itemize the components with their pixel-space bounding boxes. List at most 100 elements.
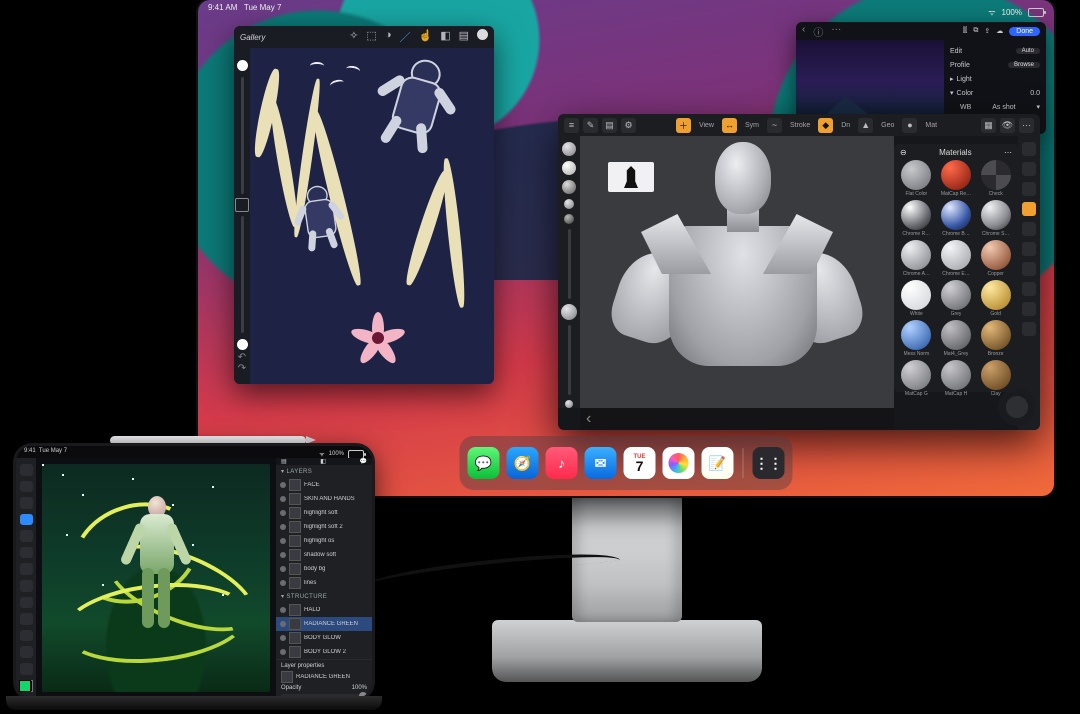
material-ball[interactable] [981, 320, 1011, 350]
layer-row[interactable]: highlight soft 2 [276, 520, 372, 534]
brush-size-knob[interactable] [237, 60, 248, 71]
visibility-toggle-icon[interactable] [280, 635, 286, 641]
layer-name[interactable]: shadow soft [304, 552, 368, 558]
chevron-down-icon[interactable]: ▾ [1036, 103, 1040, 111]
layers-tab-icon[interactable]: ▤ [281, 458, 287, 465]
sculpt-tool-icon[interactable] [1022, 162, 1036, 176]
type-tool-icon[interactable] [20, 597, 33, 609]
layer-name[interactable]: highlight soft 2 [304, 524, 368, 530]
eyedrop-tool-icon[interactable] [20, 630, 33, 642]
material-swatch[interactable]: Bronze [977, 320, 1014, 357]
edit-menu-icon[interactable]: ✎ [583, 118, 598, 133]
visibility-toggle-icon[interactable] [280, 566, 286, 572]
more-icon[interactable]: ⋯ [1004, 148, 1012, 157]
dock-app-mail[interactable]: ✉ [585, 447, 617, 479]
symmetry-button[interactable]: ↔ [722, 118, 737, 133]
material-ball[interactable] [981, 280, 1011, 310]
layer-row[interactable]: BODY GLOW [276, 631, 372, 645]
material-swatch[interactable]: Check [977, 160, 1014, 197]
modify-button[interactable] [235, 198, 249, 212]
layer-name[interactable]: FACE [304, 482, 368, 488]
opacity-slider[interactable] [241, 216, 244, 333]
visibility-toggle-icon[interactable] [280, 649, 286, 655]
dock-app-calendar[interactable]: TUE7 [624, 447, 656, 479]
brush-orb[interactable] [564, 199, 574, 209]
clone-tool-icon[interactable] [20, 563, 33, 575]
material-swatch[interactable]: Chrome A… [898, 240, 935, 277]
layer-row[interactable]: lines [276, 576, 372, 590]
layer-name[interactable]: highlight os [304, 538, 368, 544]
top-label[interactable]: Stroke [786, 122, 814, 129]
eye-icon[interactable]: 👁 [1000, 118, 1015, 133]
undo-icon[interactable]: ↶ [238, 352, 246, 363]
lasso-tool-icon[interactable] [20, 497, 33, 509]
layer-row[interactable]: HALO [276, 603, 372, 617]
material-ball[interactable] [901, 320, 931, 350]
done-button[interactable]: Done [1009, 27, 1040, 36]
procreate-window[interactable]: Gallery ✧ ⬚ ◑ ／ ☝ ◧ ▤ ↶ ↷ [234, 26, 494, 384]
cloud-icon[interactable]: ☁ [996, 27, 1003, 35]
sculpt-tool-icon[interactable] [1022, 302, 1036, 316]
material-swatch[interactable]: Grey [938, 280, 975, 317]
color-swatches[interactable] [19, 680, 33, 692]
layer-name[interactable]: body bg [304, 566, 368, 572]
sculpt-viewport[interactable] [580, 136, 894, 408]
layer-row[interactable]: RADIANCE GREEN [276, 617, 372, 631]
visibility-toggle-icon[interactable] [280, 607, 286, 613]
select-icon[interactable]: ⬚ [366, 29, 376, 45]
top-label[interactable]: Geo [877, 122, 898, 129]
layer-row[interactable]: body bg [276, 562, 372, 576]
sculpt-tool-icon[interactable] [1022, 262, 1036, 276]
material-ball[interactable] [981, 240, 1011, 270]
brush-orb[interactable] [562, 161, 576, 175]
brush-preview[interactable] [561, 304, 577, 320]
grid-icon[interactable]: ▦ [981, 118, 996, 133]
material-swatch[interactable]: Chrome S… [977, 200, 1014, 237]
visibility-toggle-icon[interactable] [280, 510, 286, 516]
brush-orb[interactable] [562, 180, 576, 194]
photoshop-window[interactable]: ▤ ◧ 💬 ▾ LAYERS FACESKIN AND HANDShighlig… [16, 458, 372, 698]
visibility-toggle-icon[interactable] [280, 552, 286, 558]
material-ball[interactable] [901, 240, 931, 270]
layer-row[interactable]: BODY GLOW 2 [276, 645, 372, 659]
material-swatch[interactable]: White [898, 280, 935, 317]
props-layer-name[interactable]: RADIANCE GREEN [296, 674, 367, 680]
dock-app-photos[interactable] [663, 447, 695, 479]
more-icon[interactable]: ⋯ [1019, 118, 1034, 133]
layer-thumbnail[interactable] [289, 507, 301, 519]
add-button[interactable]: ＋ [676, 118, 691, 133]
material-swatch[interactable]: Gold [977, 280, 1014, 317]
close-icon[interactable]: ⊖ [900, 148, 907, 157]
layer-row[interactable]: highlight soft [276, 506, 372, 520]
sculpt-tool-icon[interactable] [1022, 202, 1036, 216]
dock-app-launchpad[interactable]: ⋮⋮ [753, 447, 785, 479]
smudge-icon[interactable]: ☝ [418, 29, 432, 45]
layer-row[interactable]: shadow soft [276, 548, 372, 562]
wb-value[interactable]: As shot [992, 104, 1015, 111]
layer-thumbnail[interactable] [289, 493, 301, 505]
material-ball[interactable] [941, 200, 971, 230]
file-menu-icon[interactable]: ≡ [564, 118, 579, 133]
material-ball[interactable] [901, 160, 931, 190]
layer-name[interactable]: SKIN AND HANDS [304, 496, 368, 502]
mat-button[interactable]: ● [902, 118, 917, 133]
layers-icon[interactable]: ▤ [459, 29, 469, 45]
properties-tab-icon[interactable]: ◧ [320, 458, 326, 465]
sculpt-material-tray[interactable]: ‹ [580, 408, 894, 430]
visibility-toggle-icon[interactable] [280, 538, 286, 544]
visibility-toggle-icon[interactable] [280, 580, 286, 586]
layer-thumbnail[interactable] [289, 521, 301, 533]
color-swatch[interactable] [477, 29, 488, 40]
tray-chevron-left[interactable]: ‹ [586, 410, 591, 428]
material-ball[interactable] [941, 320, 971, 350]
visibility-toggle-icon[interactable] [280, 496, 286, 502]
top-label[interactable]: Mat [921, 122, 941, 129]
layer-thumbnail[interactable] [281, 671, 293, 683]
visibility-toggle-icon[interactable] [280, 621, 286, 627]
top-label[interactable]: View [695, 122, 718, 129]
dock-app-notes[interactable]: 📝 [702, 447, 734, 479]
sculpt-tool-icon[interactable] [1022, 322, 1036, 336]
material-ball[interactable] [941, 280, 971, 310]
transform-tool-icon[interactable] [20, 481, 33, 493]
layer-name[interactable]: BODY GLOW [304, 635, 368, 641]
